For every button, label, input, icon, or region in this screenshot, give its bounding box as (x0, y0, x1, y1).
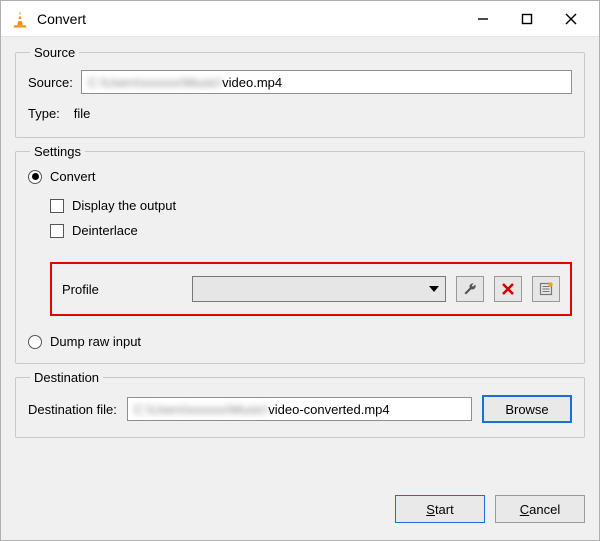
source-group: Source Source: C:\Users\xxxxxx\Music\ vi… (15, 45, 585, 138)
dialog-footer: Start Cancel (1, 488, 599, 540)
new-profile-icon (538, 281, 554, 297)
new-profile-button[interactable] (532, 276, 560, 302)
destination-path-filename: video-converted.mp4 (268, 402, 389, 417)
window-title: Convert (37, 11, 461, 27)
delete-profile-button[interactable] (494, 276, 522, 302)
type-label: Type: (28, 106, 60, 121)
source-path-input[interactable]: C:\Users\xxxxxx\Music\ video.mp4 (81, 70, 572, 94)
profile-row-highlight: Profile (50, 262, 572, 316)
vlc-cone-icon (11, 10, 29, 28)
checkbox-box-icon (50, 199, 64, 213)
display-output-checkbox[interactable]: Display the output (50, 198, 572, 213)
destination-group: Destination Destination file: C:\Users\x… (15, 370, 585, 438)
browse-button-label: Browse (505, 402, 548, 417)
window-controls (461, 4, 593, 34)
profile-label: Profile (62, 282, 182, 297)
dump-raw-label: Dump raw input (50, 334, 141, 349)
checkbox-box-icon (50, 224, 64, 238)
wrench-icon (462, 281, 478, 297)
settings-group: Settings Convert Display the output Dein… (15, 144, 585, 364)
cancel-button-label: Cancel (520, 502, 560, 517)
cancel-button[interactable]: Cancel (495, 495, 585, 523)
delete-icon (500, 281, 516, 297)
settings-legend: Settings (30, 144, 85, 159)
convert-radio-label: Convert (50, 169, 96, 184)
minimize-button[interactable] (461, 4, 505, 34)
source-path-redacted: C:\Users\xxxxxx\Music\ (88, 75, 222, 90)
dialog-body: Source Source: C:\Users\xxxxxx\Music\ vi… (1, 37, 599, 488)
convert-radio[interactable]: Convert (28, 169, 572, 184)
source-label: Source: (28, 75, 73, 90)
chevron-down-icon (429, 286, 439, 292)
convert-dialog: Convert Source Source: C:\Users\ (0, 0, 600, 541)
radio-dot-icon (28, 170, 42, 184)
type-value: file (68, 104, 97, 123)
deinterlace-label: Deinterlace (72, 223, 138, 238)
close-button[interactable] (549, 4, 593, 34)
profile-combobox[interactable] (192, 276, 446, 302)
start-button[interactable]: Start (395, 495, 485, 523)
maximize-button[interactable] (505, 4, 549, 34)
start-button-label: Start (426, 502, 453, 517)
destination-path-input[interactable]: C:\Users\xxxxxx\Music\ video-converted.m… (127, 397, 472, 421)
display-output-label: Display the output (72, 198, 176, 213)
source-path-filename: video.mp4 (222, 75, 282, 90)
destination-legend: Destination (30, 370, 103, 385)
browse-button[interactable]: Browse (482, 395, 572, 423)
destination-label: Destination file: (28, 402, 117, 417)
titlebar: Convert (1, 1, 599, 37)
destination-path-redacted: C:\Users\xxxxxx\Music\ (134, 402, 268, 417)
source-legend: Source (30, 45, 79, 60)
deinterlace-checkbox[interactable]: Deinterlace (50, 223, 572, 238)
edit-profile-button[interactable] (456, 276, 484, 302)
radio-dot-icon (28, 335, 42, 349)
dump-raw-radio[interactable]: Dump raw input (28, 334, 572, 349)
